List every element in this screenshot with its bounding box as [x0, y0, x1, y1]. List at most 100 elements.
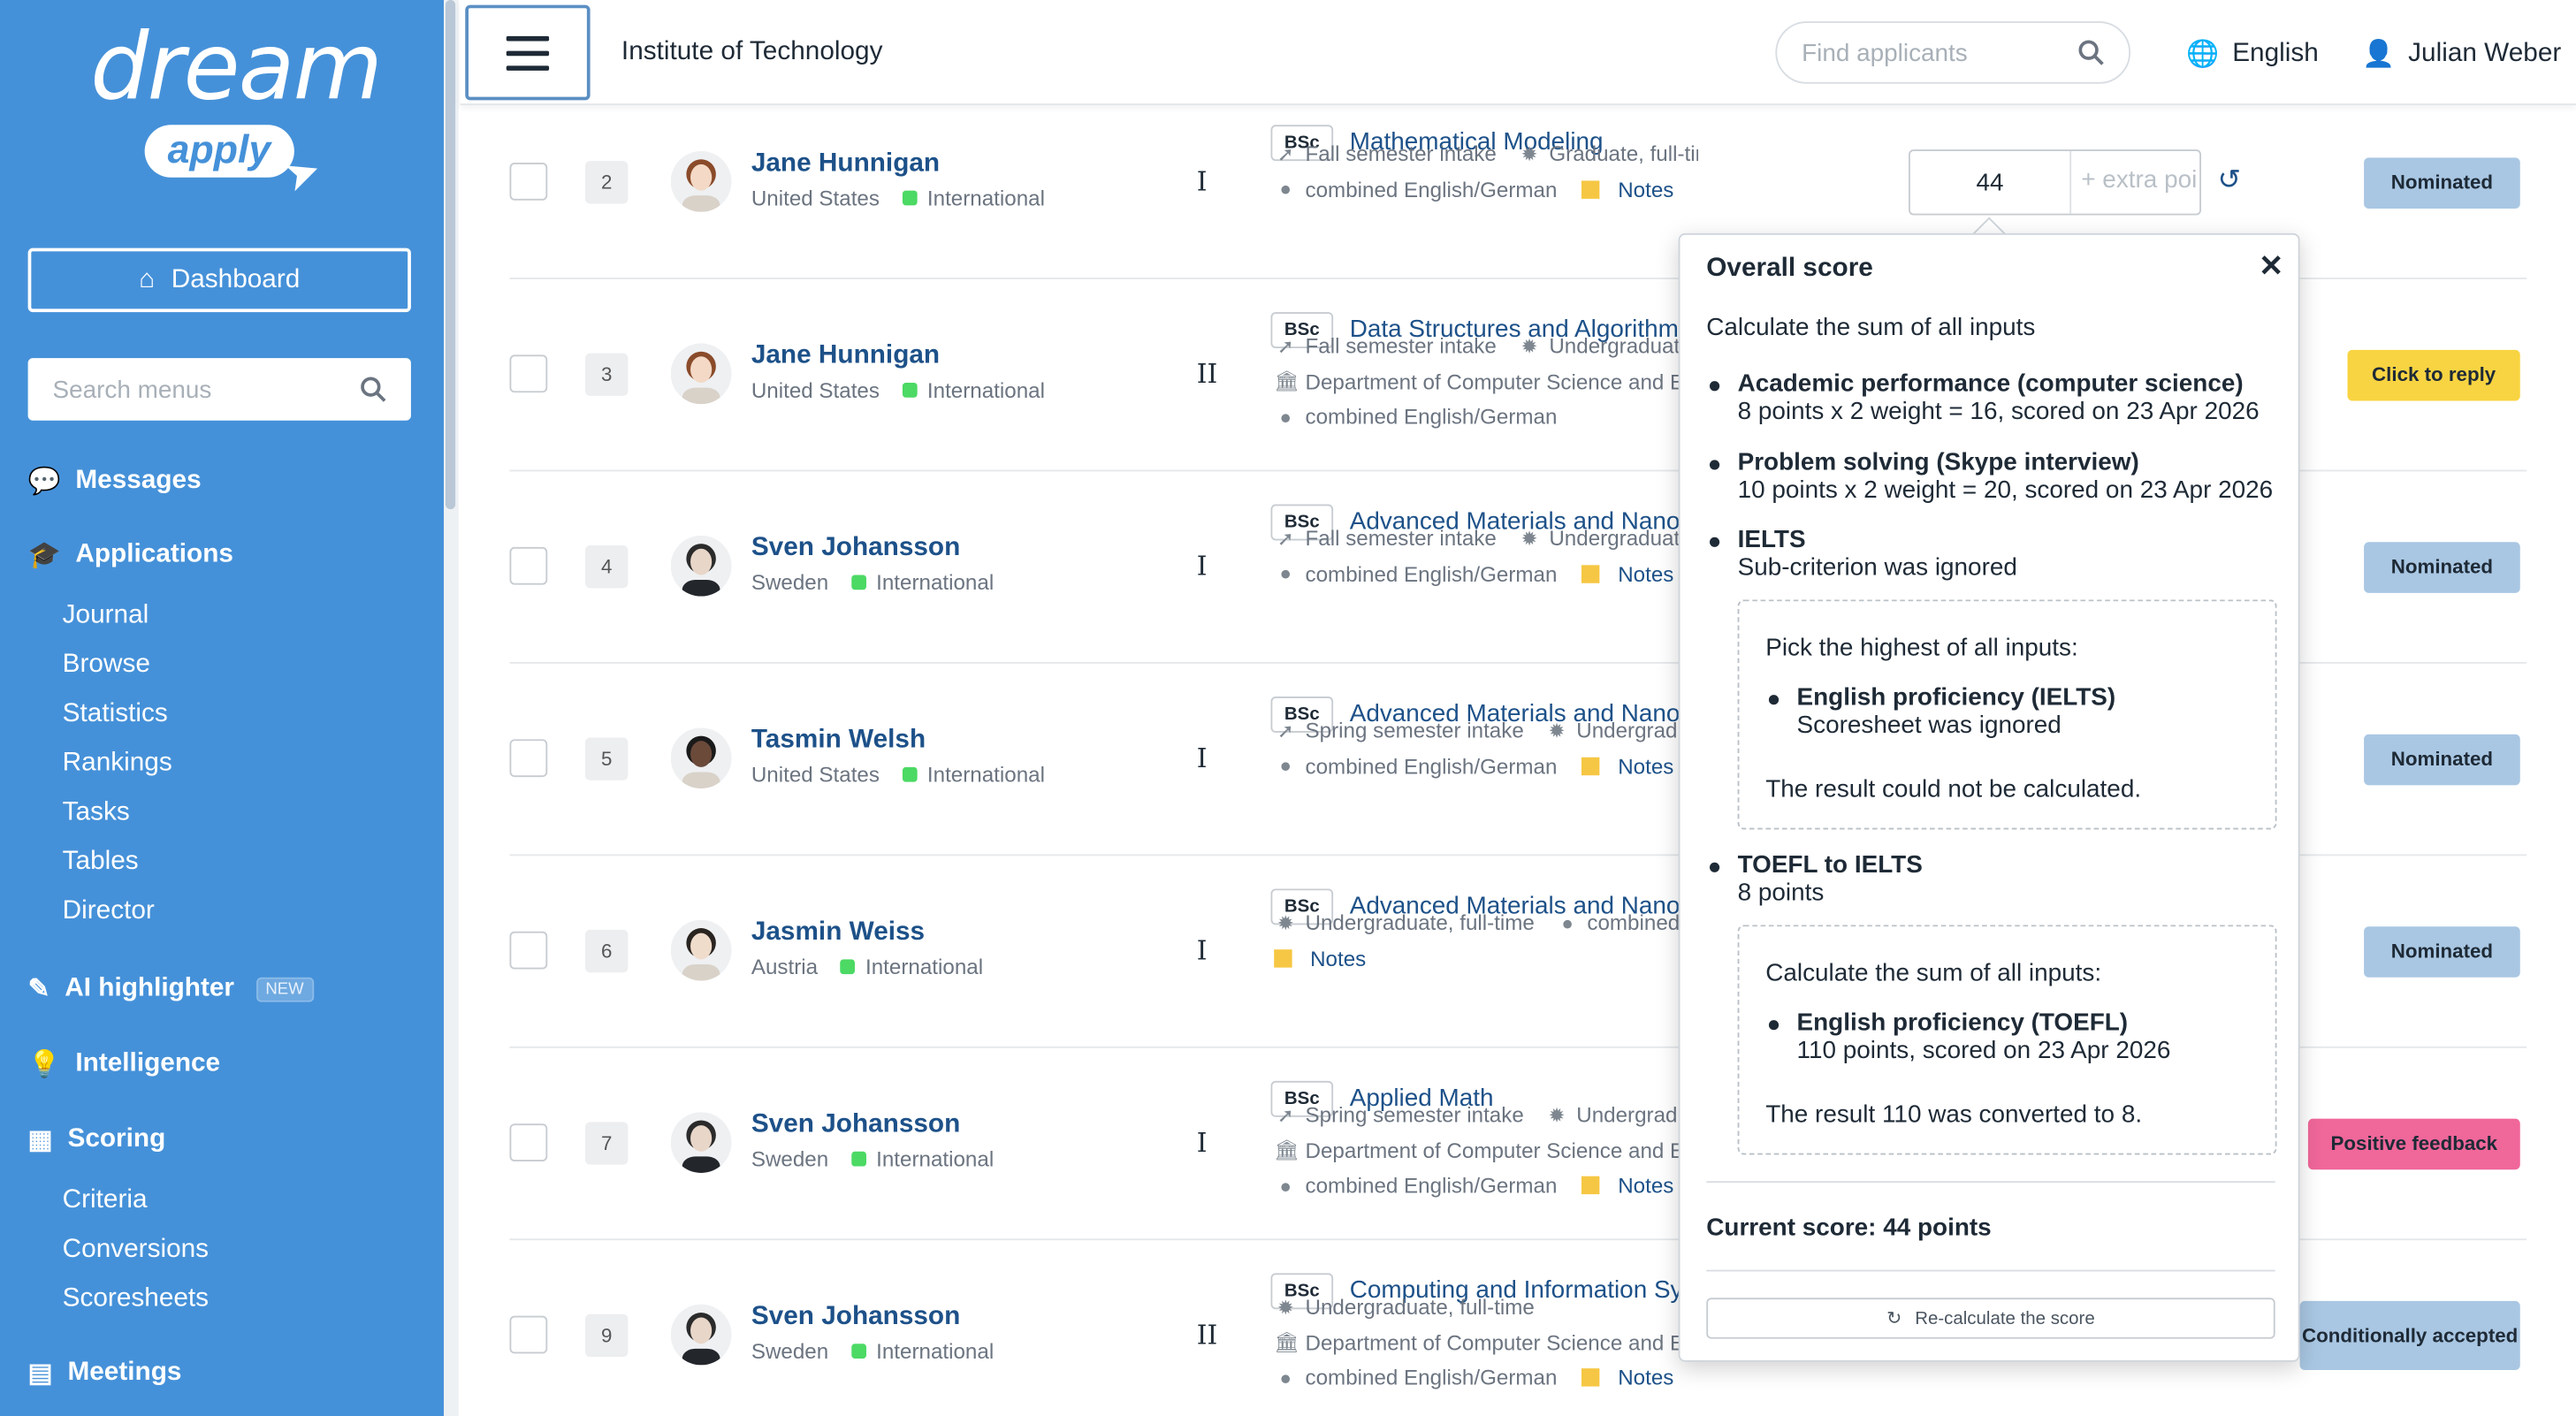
language-selector[interactable]: 🌐 English — [2186, 38, 2319, 71]
sidebar-item-applications[interactable]: 🎓 Applications — [28, 539, 233, 572]
sidebar-item-scoresheets[interactable]: Scoresheets — [63, 1284, 209, 1313]
applicant-name[interactable]: Tasmin Welsh — [751, 726, 926, 755]
program-detail: Undergraduate, full-time — [1549, 333, 1698, 359]
find-applicants-input[interactable] — [1802, 38, 2065, 67]
score-input-group[interactable]: 44 + extra points — [1908, 149, 2202, 216]
applicant-name[interactable]: Jane Hunnigan — [751, 342, 940, 371]
program-cell: BSc Advanced Materials and Nanotechnolog… — [1270, 856, 1698, 1047]
status-badge[interactable]: Nominated — [2364, 541, 2520, 592]
note-icon — [1581, 564, 1600, 582]
program-cell: BSc Data Structures and Algorithms ➚ Fall… — [1270, 279, 1698, 471]
find-applicants[interactable] — [1775, 21, 2131, 84]
sidebar-item-journal[interactable]: Journal — [63, 601, 149, 630]
applicant-name[interactable]: Sven Johansson — [751, 1110, 960, 1139]
row-checkbox[interactable] — [509, 546, 548, 585]
dashboard-button[interactable]: ⌂ Dashboard — [27, 247, 411, 313]
row-checkbox[interactable] — [509, 1123, 548, 1161]
notes-link[interactable]: Notes — [1310, 946, 1366, 971]
menu-search-input[interactable] — [52, 375, 332, 404]
row-checkbox[interactable] — [509, 354, 548, 393]
row-checkbox[interactable] — [509, 739, 548, 778]
sidebar-item-intelligence[interactable]: 💡 Intelligence — [28, 1048, 220, 1081]
search-icon[interactable] — [360, 377, 386, 403]
notes-link[interactable]: Notes — [1618, 1173, 1673, 1198]
user-menu[interactable]: 👤 Julian Weber — [2362, 38, 2561, 71]
close-icon[interactable]: ✕ — [2259, 249, 2283, 284]
recalculate-button[interactable]: ↻ Re-calculate the score — [1706, 1298, 2275, 1339]
applicant-country: Sweden — [751, 569, 829, 595]
program-language: combined English/German — [1305, 176, 1558, 202]
program-language: combined English/German — [1305, 753, 1558, 778]
menu-search[interactable] — [27, 358, 411, 421]
chat-icon: ● — [1279, 405, 1292, 429]
send-icon: ➚ — [1277, 334, 1294, 358]
menu-toggle-button[interactable] — [465, 4, 591, 101]
sidebar-item-tables[interactable]: Tables — [63, 848, 139, 877]
avatar[interactable] — [670, 727, 732, 789]
sidebar-item-director[interactable]: Director — [63, 897, 155, 926]
ielts-subcriterion-box: Pick the highest of all inputs: English … — [1737, 599, 2277, 830]
notes-link[interactable]: Notes — [1618, 561, 1673, 586]
row-checkbox[interactable] — [509, 931, 548, 970]
avatar[interactable] — [670, 150, 732, 212]
applicant-name[interactable]: Jasmin Weiss — [751, 918, 925, 948]
status-badge[interactable]: Positive feedback — [2307, 1117, 2520, 1169]
applicant-name[interactable]: Sven Johansson — [751, 1303, 960, 1332]
sidebar-scrollbar-thumb[interactable] — [445, 0, 456, 510]
applicant-name[interactable]: Sven Johansson — [751, 534, 960, 563]
notes-link[interactable]: Notes — [1618, 1365, 1673, 1389]
gear-icon: ✹ — [1520, 334, 1538, 358]
avatar[interactable] — [670, 919, 732, 981]
applicant-type: International — [926, 762, 1045, 788]
sidebar-item-meetings[interactable]: ▤ Meetings — [28, 1357, 182, 1389]
applicant-meta: Austria International — [751, 955, 983, 979]
chat-icon: ● — [1279, 561, 1292, 585]
globe-icon: 🌐 — [2186, 41, 2220, 70]
row-checkbox[interactable] — [509, 162, 548, 201]
sidebar-item-statistics[interactable]: Statistics — [63, 700, 168, 729]
sidebar-item-messages[interactable]: 💬 Messages — [28, 465, 202, 498]
avatar[interactable] — [670, 343, 732, 405]
program-cell: BSc Mathematical Modeling ➚ Fall semester… — [1270, 88, 1698, 279]
applicant-country: Austria — [751, 954, 819, 979]
status-badge[interactable]: Click to reply — [2347, 348, 2520, 400]
sidebar-item-conversions[interactable]: Conversions — [63, 1236, 209, 1265]
sidebar: dream apply ➤ ⌂ Dashboard 💬 Messages 🎓 App… — [0, 0, 445, 1416]
program-language: combined English/German — [1305, 1365, 1558, 1390]
applicant-country: United States — [751, 186, 880, 210]
status-badge[interactable]: Conditionally accepted — [2299, 1300, 2520, 1370]
chat-icon: ● — [1279, 754, 1292, 778]
chat-icon: ● — [1561, 910, 1574, 934]
program-detail: Graduate, full-time — [1549, 141, 1698, 166]
status-badge[interactable]: Nominated — [2364, 733, 2520, 785]
notes-link[interactable]: Notes — [1618, 753, 1673, 778]
history-icon[interactable]: ↺ — [2218, 164, 2241, 197]
gear-icon: ✹ — [1277, 1295, 1294, 1319]
avatar[interactable] — [670, 1112, 732, 1173]
language-label: English — [2232, 39, 2319, 68]
program-detail: Undergraduate, full-time — [1305, 1294, 1535, 1320]
chat-icon: ● — [1279, 1173, 1292, 1197]
avatar[interactable] — [670, 535, 732, 597]
dreamapply-logo[interactable]: dream apply ➤ — [90, 16, 383, 202]
avatar[interactable] — [670, 1304, 732, 1366]
sidebar-item-criteria[interactable]: Criteria — [63, 1186, 148, 1215]
notes-link[interactable]: Notes — [1618, 177, 1673, 202]
status-badge[interactable]: Nominated — [2364, 925, 2520, 977]
sidebar-item-rankings[interactable]: Rankings — [63, 749, 172, 778]
calculator-icon: ▦ — [27, 1126, 53, 1155]
row-checkbox[interactable] — [509, 1315, 548, 1354]
score-item-title: English proficiency (IELTS) — [1796, 683, 2116, 712]
sidebar-item-browse[interactable]: Browse — [63, 651, 150, 680]
note-icon — [1581, 756, 1600, 775]
sidebar-item-scoring[interactable]: ▦ Scoring — [28, 1123, 166, 1156]
sidebar-item-tasks[interactable]: Tasks — [63, 798, 130, 827]
extra-points-input[interactable]: + extra points — [2081, 166, 2196, 194]
status-badge[interactable]: Nominated — [2364, 156, 2520, 209]
applicant-name[interactable]: Jane Hunnigan — [751, 149, 940, 179]
sidebar-item-ai-highlighter[interactable]: ✎ AI highlighter NEW — [28, 972, 314, 1005]
gear-icon: ✹ — [1548, 719, 1566, 742]
program-detail: Department of Computer Science and Engin… — [1305, 1138, 1698, 1162]
search-icon[interactable] — [2078, 40, 2105, 66]
score-value[interactable]: 44 — [1910, 150, 2072, 214]
